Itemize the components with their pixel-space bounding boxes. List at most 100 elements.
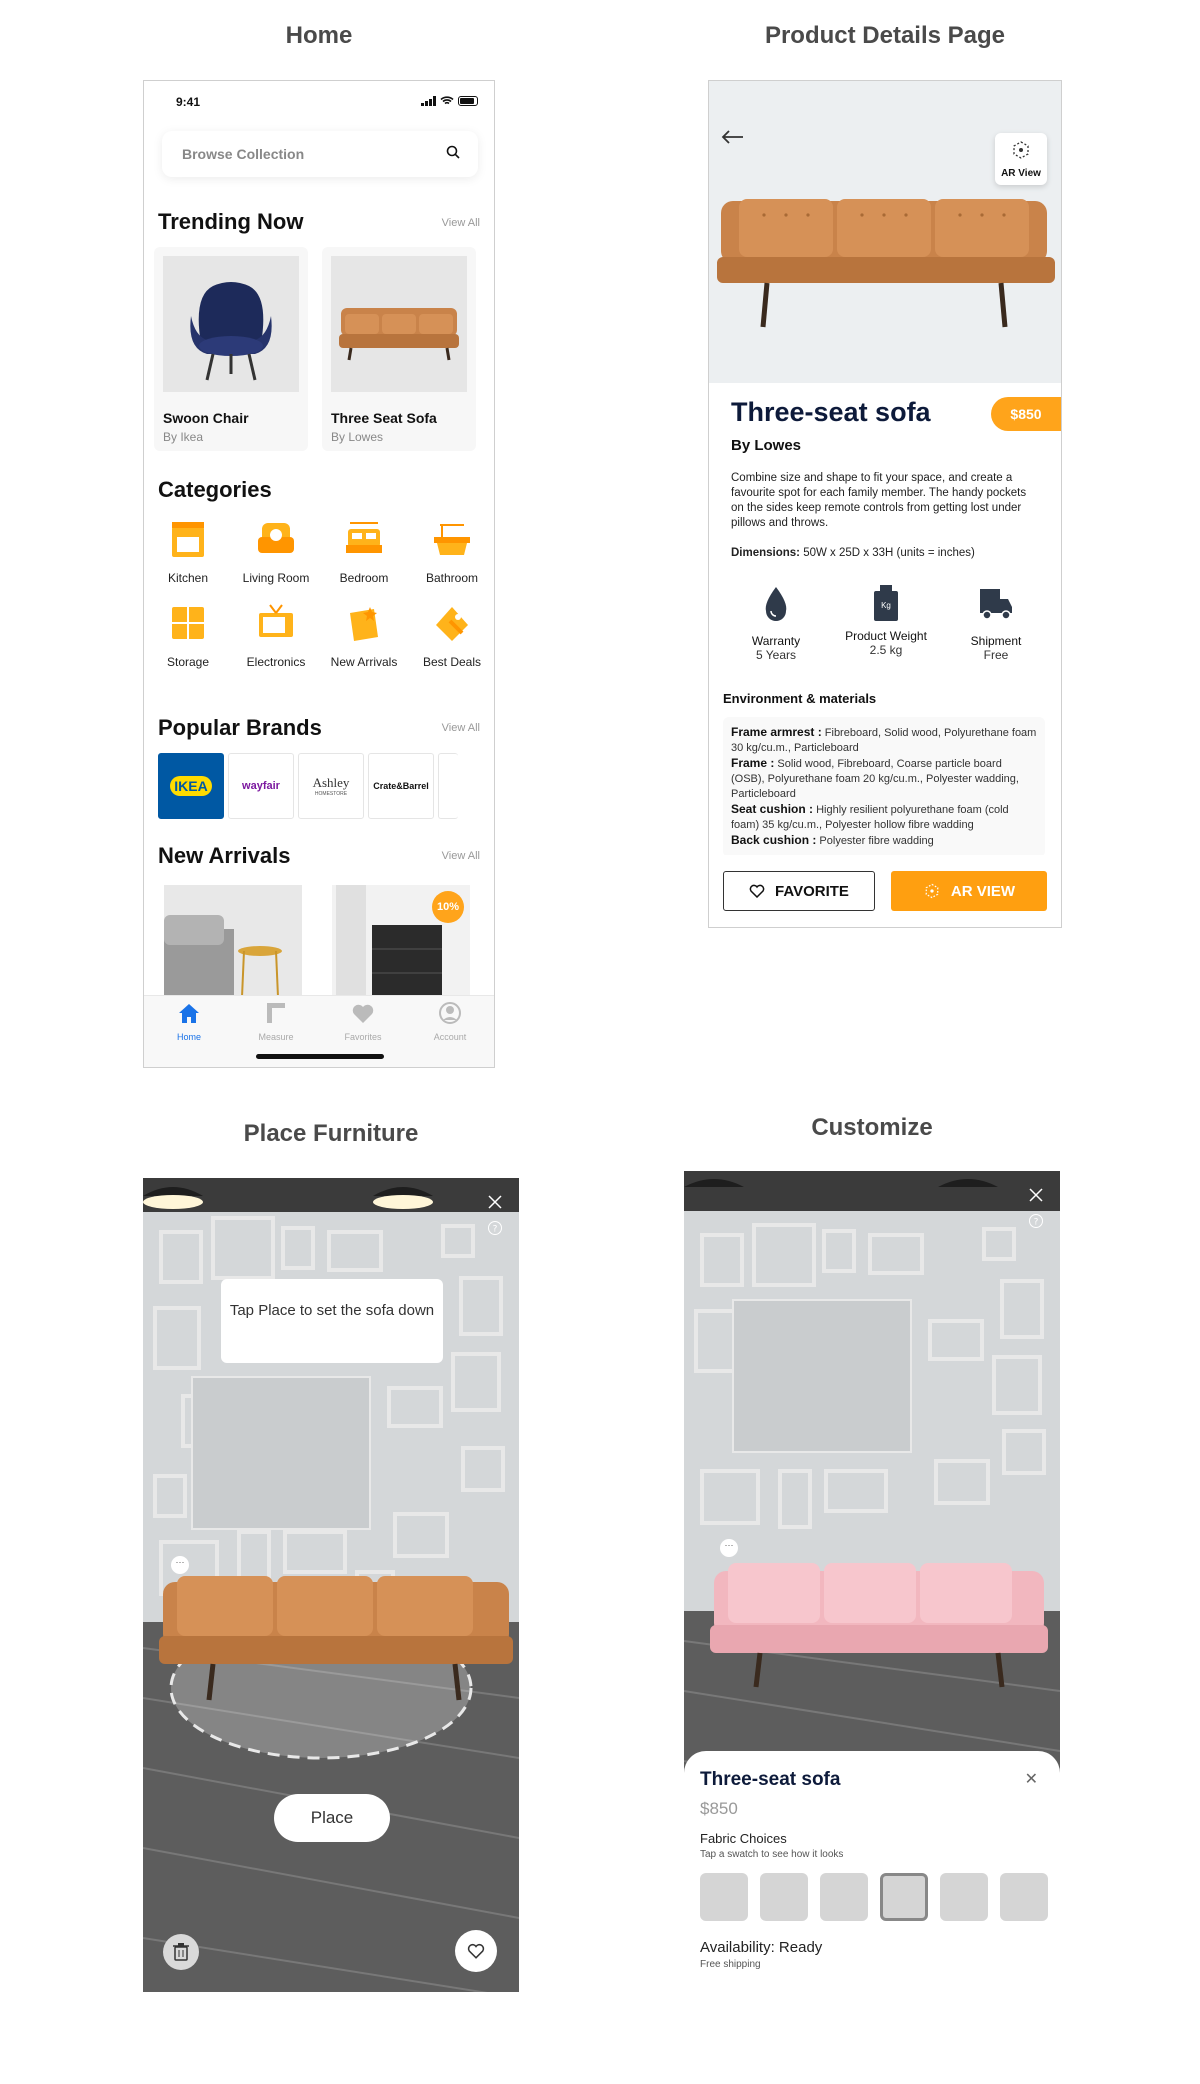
- category-bathroom[interactable]: Bathroom: [408, 519, 494, 585]
- storage-icon: [172, 607, 204, 639]
- three-seat-sofa-image: [331, 256, 467, 392]
- heart-outline-icon: [749, 884, 765, 898]
- arrival-item-2[interactable]: 10%: [332, 885, 470, 1003]
- sheet-product-title: Three-seat sofa: [700, 1769, 841, 1790]
- fabric-swatch[interactable]: [820, 1873, 868, 1921]
- trending-card-swoon-chair[interactable]: Swoon Chair By Ikea: [154, 247, 308, 451]
- category-label: Bedroom: [339, 571, 389, 585]
- feature-value: Free: [983, 648, 1009, 662]
- feature-weight: Kg Product Weight 2.5 kg: [831, 583, 941, 657]
- back-arrow-icon[interactable]: [721, 129, 745, 145]
- customize-sheet: Three-seat sofa ✕ $850 Fabric Choices Ta…: [684, 1751, 1060, 2009]
- category-label: Storage: [166, 655, 210, 669]
- more-options-icon[interactable]: ···: [171, 1556, 189, 1574]
- brands-view-all[interactable]: View All: [442, 722, 480, 734]
- living-room-icon: [258, 523, 294, 553]
- material-item: Back cushion : Polyester fibre wadding: [731, 833, 1037, 849]
- material-label: Frame :: [731, 756, 775, 770]
- close-icon[interactable]: [487, 1194, 503, 1210]
- search-icon[interactable]: [446, 145, 460, 159]
- tab-account[interactable]: Account: [415, 1002, 485, 1042]
- place-tooltip: Tap Place to set the sofa down: [221, 1279, 443, 1363]
- truck-icon: [980, 589, 1012, 620]
- category-electronics[interactable]: Electronics: [232, 603, 320, 669]
- environment-title: Environment & materials: [723, 691, 877, 706]
- trending-item-name: Swoon Chair: [163, 410, 249, 426]
- fabric-swatch[interactable]: [1000, 1873, 1048, 1921]
- category-label: Best Deals: [422, 655, 482, 669]
- arrival-item-1[interactable]: [164, 885, 302, 1003]
- material-label: Frame armrest :: [731, 725, 822, 739]
- material-label: Back cushion :: [731, 833, 817, 847]
- trending-card-three-seat-sofa[interactable]: Three Seat Sofa By Lowes: [322, 247, 476, 451]
- category-best-deals[interactable]: Best Deals: [408, 603, 494, 669]
- best-deals-icon: [436, 607, 468, 641]
- search-bar[interactable]: Browse Collection: [162, 131, 478, 177]
- more-options-icon[interactable]: ···: [720, 1539, 738, 1557]
- category-living-room[interactable]: Living Room: [232, 519, 320, 585]
- tab-label: Favorites: [344, 1032, 382, 1042]
- brand-more[interactable]: [438, 753, 458, 819]
- customize-section-title: Customize: [811, 1114, 933, 1141]
- arrivals-title: New Arrivals: [158, 843, 291, 868]
- wifi-icon: [440, 96, 454, 105]
- brand-wayfair[interactable]: wayfair: [228, 753, 294, 819]
- feature-shipment: Shipment Free: [941, 583, 1051, 662]
- status-time: 9:41: [176, 95, 201, 109]
- category-bedroom[interactable]: Bedroom: [320, 519, 408, 585]
- delete-button[interactable]: [163, 1934, 199, 1970]
- material-item: Frame : Solid wood, Fibreboard, Coarse p…: [731, 756, 1037, 802]
- ar-view-toggle[interactable]: AR View: [995, 133, 1047, 185]
- dimensions-value: 50W x 25D x 33H (units = inches): [800, 547, 975, 559]
- material-item: Frame armrest : Fibreboard, Solid wood, …: [731, 725, 1037, 756]
- arrivals-view-all[interactable]: View All: [442, 850, 480, 862]
- favorite-button[interactable]: FAVORITE: [723, 871, 875, 911]
- ruler-icon: [267, 1003, 285, 1023]
- ar-cube-icon: [1013, 141, 1029, 159]
- favorite-label: FAVORITE: [775, 882, 849, 900]
- brand-ashley[interactable]: Ashley HOMESTORE: [298, 753, 364, 819]
- pdp-section-title: Product Details Page: [764, 22, 1006, 49]
- trending-view-all[interactable]: View All: [442, 217, 480, 229]
- close-icon[interactable]: [1028, 1187, 1044, 1203]
- bedroom-icon: [346, 522, 382, 553]
- weight-icon-text: Kg: [874, 591, 898, 621]
- new-arrivals-icon: [350, 607, 378, 641]
- category-storage[interactable]: Storage: [144, 603, 232, 669]
- ashley-logo: Ashley: [312, 775, 350, 790]
- tab-home[interactable]: Home: [154, 1002, 224, 1042]
- swoon-chair-image: [163, 256, 299, 392]
- category-kitchen[interactable]: Kitchen: [144, 519, 232, 585]
- fabric-swatch[interactable]: [940, 1873, 988, 1921]
- heart-icon: [352, 1004, 374, 1023]
- feature-title: Product Weight: [845, 629, 927, 643]
- categories-title: Categories: [158, 477, 272, 502]
- material-text: Polyester fibre wadding: [816, 835, 934, 847]
- sheet-close-icon[interactable]: ✕: [1025, 1769, 1038, 1789]
- electronics-icon: [259, 604, 293, 637]
- dimensions-label: Dimensions:: [731, 547, 801, 559]
- search-input[interactable]: Browse Collection: [182, 146, 304, 162]
- category-new-arrivals[interactable]: New Arrivals: [320, 603, 408, 669]
- place-button[interactable]: Place: [274, 1794, 390, 1842]
- brand-crate-barrel[interactable]: Crate&Barrel: [368, 753, 434, 819]
- tab-label: Measure: [258, 1032, 294, 1042]
- bathroom-icon: [434, 524, 470, 555]
- help-icon[interactable]: ?: [1028, 1213, 1044, 1229]
- fabric-swatch[interactable]: [760, 1873, 808, 1921]
- trending-item-name: Three Seat Sofa: [331, 410, 437, 426]
- material-label: Seat cushion :: [731, 802, 814, 816]
- home-indicator: [256, 1054, 384, 1059]
- fabric-swatch-selected[interactable]: [880, 1873, 928, 1921]
- category-label: Living Room: [242, 571, 310, 585]
- fabric-swatch[interactable]: [700, 1873, 748, 1921]
- tab-favorites[interactable]: Favorites: [328, 1002, 398, 1042]
- materials-list[interactable]: Frame armrest : Fibreboard, Solid wood, …: [723, 717, 1045, 857]
- ar-view-button[interactable]: AR VIEW: [891, 871, 1047, 911]
- brand-ikea[interactable]: IKEA: [158, 753, 224, 819]
- help-icon[interactable]: ?: [487, 1220, 503, 1236]
- feature-value: 2.5 kg: [869, 643, 903, 657]
- tab-measure[interactable]: Measure: [241, 1002, 311, 1042]
- fabric-hint: Tap a swatch to see how it looks: [700, 1849, 844, 1860]
- favorite-circle-button[interactable]: [455, 1930, 497, 1972]
